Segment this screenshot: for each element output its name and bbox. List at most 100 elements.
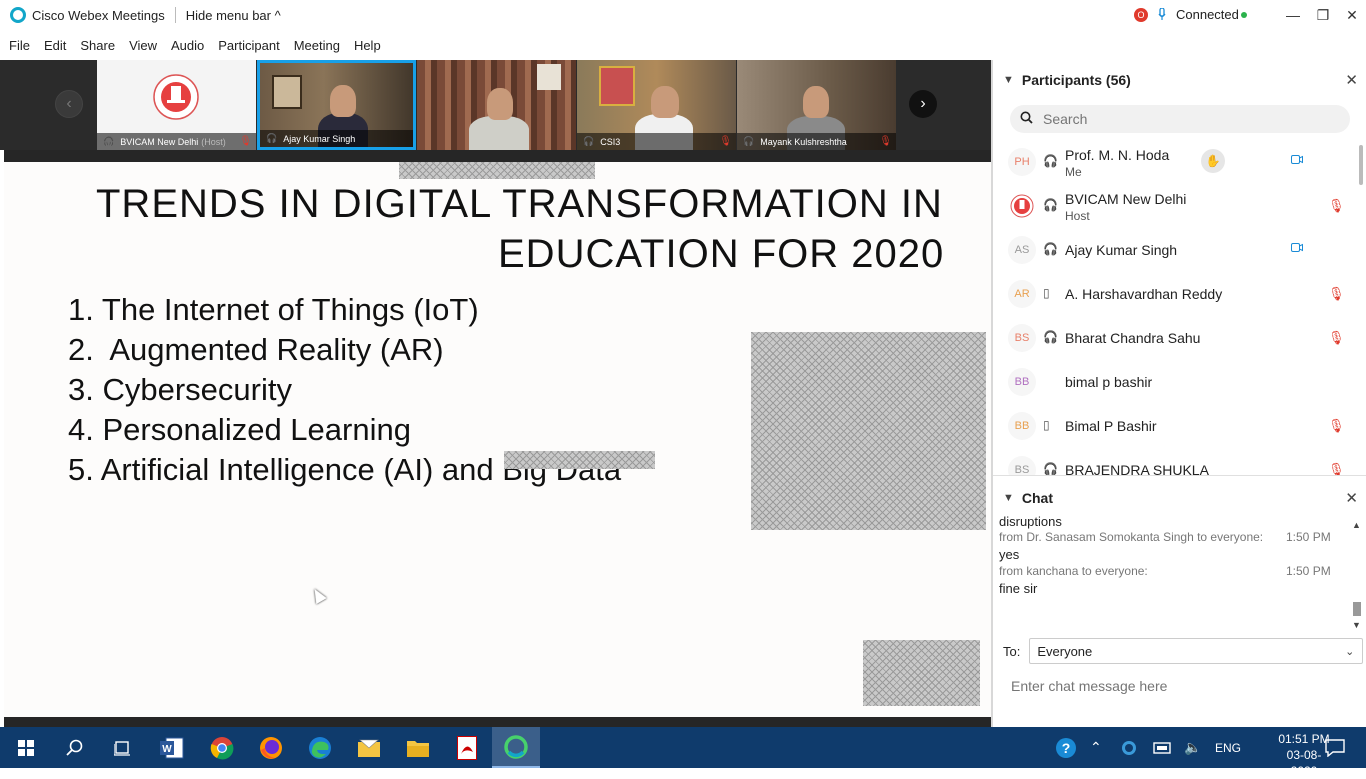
pdf-reader-icon[interactable]	[443, 727, 491, 768]
participant-name: bimal p bashir	[1065, 374, 1153, 390]
close-participants-button[interactable]: ✕	[1345, 71, 1358, 89]
headset-icon: 🎧	[583, 136, 595, 146]
mail-folder-icon[interactable]	[345, 727, 393, 768]
menu-share[interactable]: Share	[73, 38, 122, 53]
task-view-icon[interactable]	[99, 727, 147, 768]
participant-row[interactable]: BS 🎧 Bharat Chandra Sahu 🎙	[993, 316, 1366, 360]
participant-row[interactable]: PH 🎧 Prof. M. N. Hoda Me ✋	[993, 140, 1366, 184]
firefox-icon[interactable]	[247, 727, 295, 768]
close-window-button[interactable]: ✕	[1342, 5, 1362, 25]
share-toolbar-strip	[4, 150, 991, 162]
video-tile-name: Ajay Kumar Singh	[283, 133, 356, 144]
defender-icon[interactable]	[1121, 727, 1137, 768]
chevron-down-icon[interactable]: ▼	[1003, 492, 1014, 504]
microphone-icon	[1158, 7, 1166, 24]
network-icon[interactable]	[1153, 727, 1171, 768]
chat-scrollbar[interactable]: ▲ ▼	[1352, 520, 1362, 632]
participant-row[interactable]: BB bimal p bashir	[993, 360, 1366, 404]
show-hidden-icons-icon[interactable]: ⌃	[1090, 727, 1102, 768]
participant-role: Host	[1065, 209, 1090, 223]
file-explorer-icon[interactable]	[394, 727, 442, 768]
video-tile[interactable]: 🎧 BVICAM New Delhi (Host) 🎙	[97, 60, 256, 150]
scroll-up-icon[interactable]: ▲	[1352, 520, 1361, 530]
chevron-down-icon[interactable]: ▼	[1003, 74, 1014, 86]
shared-content: TRENDS IN DIGITAL TRANSFORMATION IN EDUC…	[4, 162, 991, 717]
muted-microphone-icon: 🎙	[239, 136, 252, 147]
webex-logo-icon	[10, 7, 26, 23]
edge-icon[interactable]	[296, 727, 344, 768]
participant-row[interactable]: AS 🎧 Ajay Kumar Singh	[993, 228, 1366, 272]
participant-row[interactable]: BB ▯ Bimal P Bashir 🎙	[993, 404, 1366, 448]
participant-role: Me	[1065, 165, 1082, 179]
volume-icon[interactable]: 🔈	[1184, 727, 1201, 768]
slide-title-line-2: EDUCATION FOR 2020	[498, 232, 945, 276]
headset-icon: 🎧	[1043, 462, 1058, 475]
participant-video	[417, 60, 576, 150]
chat-panel-header[interactable]: ▼ Chat ✕	[993, 480, 1366, 516]
start-button[interactable]	[2, 727, 50, 768]
slide-list-item: 4. Personalized Learning	[68, 412, 411, 447]
chat-recipient-row: To: Everyone ⌄	[1003, 638, 1364, 664]
connection-status-dot	[1241, 12, 1247, 18]
video-tile-active-speaker[interactable]: 🎧 Ajay Kumar Singh	[257, 60, 416, 150]
menu-participant[interactable]: Participant	[211, 38, 286, 53]
chat-messages: disruptions from Dr. Sanasam Somokanta S…	[993, 516, 1366, 636]
participants-panel-header[interactable]: ▼ Participants (56) ✕	[993, 62, 1366, 98]
participant-name: Ajay Kumar Singh	[1065, 242, 1178, 258]
phone-icon: ▯	[1043, 286, 1050, 300]
participant-name: Bharat Chandra Sahu	[1065, 330, 1201, 346]
video-tile[interactable]	[417, 60, 576, 150]
slide-list-item: 2. Augmented Reality (AR)	[68, 332, 444, 367]
recipient-select[interactable]: Everyone ⌄	[1029, 638, 1364, 664]
search-icon[interactable]	[51, 727, 99, 768]
video-tile-name: Mayank Kulshreshtha	[760, 136, 847, 147]
menu-meeting[interactable]: Meeting	[287, 38, 347, 53]
title-bar: Cisco Webex Meetings Hide menu bar ^ O C…	[0, 0, 1366, 30]
video-tile[interactable]: 🎧 CSI3 🎙	[577, 60, 736, 150]
redacted-region	[863, 640, 980, 706]
participant-search[interactable]	[1010, 105, 1350, 133]
menu-view[interactable]: View	[122, 38, 164, 53]
chrome-icon[interactable]	[198, 727, 246, 768]
participant-row[interactable]: 🎧 BVICAM New Delhi Host 🎙	[993, 184, 1366, 228]
video-tile-name: BVICAM New Delhi	[120, 136, 199, 147]
menu-file[interactable]: File	[2, 38, 37, 53]
share-bottom-strip	[4, 717, 991, 727]
close-chat-button[interactable]: ✕	[1345, 489, 1358, 507]
chat-message-input[interactable]	[1011, 678, 1351, 694]
scrollbar-thumb[interactable]	[1353, 602, 1361, 616]
video-tile[interactable]: 🎧 Mayank Kulshreshtha 🎙	[737, 60, 896, 150]
scroll-down-icon[interactable]: ▼	[1352, 620, 1361, 630]
participant-name: A. Harshavardhan Reddy	[1065, 286, 1223, 302]
menu-audio[interactable]: Audio	[164, 38, 211, 53]
search-icon	[1020, 111, 1033, 127]
chat-message-sender: from kanchana to everyone:	[999, 564, 1148, 578]
participant-name: BVICAM New Delhi	[1065, 191, 1187, 207]
menu-edit[interactable]: Edit	[37, 38, 73, 53]
notifications-icon[interactable]	[1325, 727, 1345, 768]
chat-message-text: fine sir	[999, 581, 1038, 596]
participant-name: Prof. M. N. Hoda	[1065, 147, 1170, 163]
participant-row[interactable]: BS 🎧 BRAJENDRA SHUKLA 🎙	[993, 448, 1366, 475]
language-indicator[interactable]: ENG	[1215, 727, 1241, 768]
windows-taskbar: W ? ⌃ 🔈 ENG 01:51 PM 03-08-2020	[0, 727, 1366, 778]
participant-row[interactable]: AR ▯ A. Harshavardhan Reddy 🎙	[993, 272, 1366, 316]
muted-microphone-icon: 🎙	[1328, 418, 1345, 433]
hide-menu-bar-button[interactable]: Hide menu bar ^	[186, 8, 281, 23]
word-app-icon[interactable]: W	[148, 727, 196, 768]
minimize-button[interactable]: —	[1283, 5, 1303, 25]
slide-list-item: 3. Cybersecurity	[68, 372, 292, 407]
webex-taskbar-icon[interactable]	[492, 727, 540, 768]
help-icon[interactable]: ?	[1055, 727, 1077, 768]
headset-icon: 🎧	[1043, 198, 1058, 212]
search-input[interactable]	[1043, 111, 1323, 127]
next-videos-button[interactable]: ›	[909, 90, 937, 118]
participants-scrollbar[interactable]	[1359, 145, 1363, 185]
headset-icon: 🎧	[1043, 330, 1058, 344]
restore-button[interactable]: ❐	[1313, 5, 1333, 25]
video-tile-role: (Host)	[201, 136, 226, 147]
menu-help[interactable]: Help	[347, 38, 388, 53]
raise-hand-icon[interactable]: ✋	[1201, 149, 1225, 173]
previous-videos-button[interactable]: ‹	[55, 90, 83, 118]
menu-bar: File Edit Share View Audio Participant M…	[0, 30, 1366, 60]
